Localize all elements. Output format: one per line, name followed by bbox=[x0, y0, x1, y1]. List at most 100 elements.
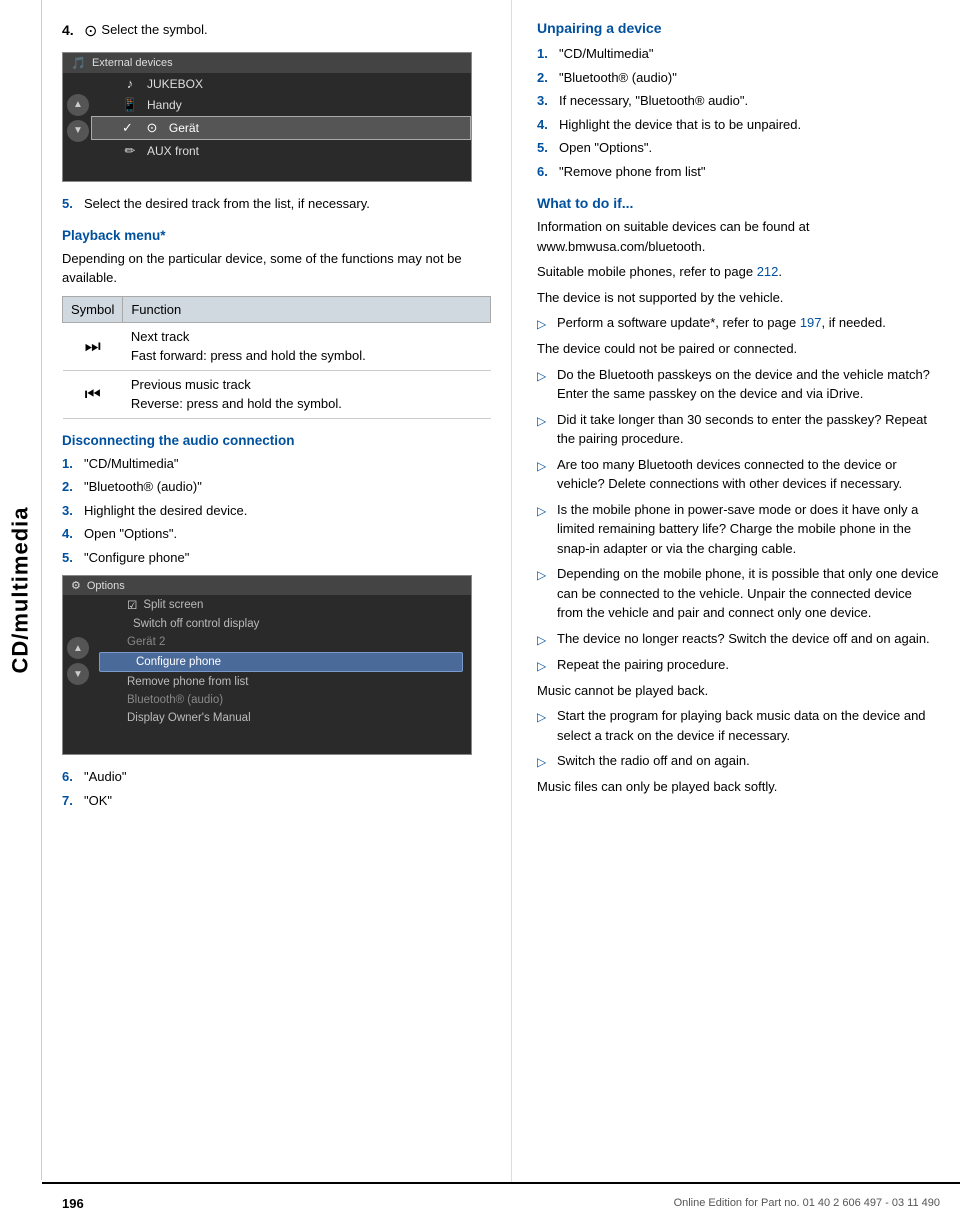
options-title-bar: ⚙ Options bbox=[63, 576, 471, 595]
d-step-3-num: 3. bbox=[62, 501, 84, 521]
split-screen-row: ☑ Split screen bbox=[91, 595, 471, 615]
info-para-1: Information on suitable devices can be f… bbox=[537, 217, 940, 256]
external-devices-screenshot: 🎵 External devices ▲ ▼ ♪ JUKEBOX 📱 Handy… bbox=[62, 52, 472, 182]
step-7-num: 7. bbox=[62, 791, 84, 811]
remove-phone-row: Remove phone from list bbox=[91, 673, 471, 691]
options-nav-up[interactable]: ▲ bbox=[67, 637, 89, 659]
options-title: Options bbox=[87, 580, 125, 592]
info-para-2: Suitable mobile phones, refer to page 21… bbox=[537, 262, 940, 282]
disconnect-step-4: 4. Open "Options". bbox=[62, 524, 491, 544]
footer-text: Online Edition for Part no. 01 40 2 606 … bbox=[674, 1197, 940, 1209]
bullet-software-update: ▷ Perform a software update*, refer to p… bbox=[537, 313, 940, 333]
step-7-text: "OK" bbox=[84, 791, 112, 811]
bullet-arrow-icon: ▷ bbox=[537, 315, 553, 333]
bullet-too-many-text: Are too many Bluetooth devices connected… bbox=[557, 455, 940, 494]
checkmark-icon: ✓ bbox=[122, 120, 133, 136]
col-function: Function bbox=[123, 296, 491, 322]
bullet-arrow-icon-9: ▷ bbox=[537, 708, 553, 745]
unpair-step-4: 4. Highlight the device that is to be un… bbox=[537, 115, 940, 135]
u-step-5-num: 5. bbox=[537, 138, 559, 158]
step-5: 5. Select the desired track from the lis… bbox=[62, 194, 491, 214]
unpair-step-1: 1. "CD/Multimedia" bbox=[537, 44, 940, 64]
d-step-4-num: 4. bbox=[62, 524, 84, 544]
page-number: 196 bbox=[62, 1196, 84, 1211]
split-check-icon: ☑ bbox=[127, 598, 137, 612]
u-step-5-text: Open "Options". bbox=[559, 138, 652, 158]
step-5-text: Select the desired track from the list, … bbox=[84, 194, 370, 214]
disconnect-step-2: 2. "Bluetooth® (audio)" bbox=[62, 477, 491, 497]
nav-buttons[interactable]: ▲ ▼ bbox=[67, 94, 89, 142]
bullet-arrow-icon-7: ▷ bbox=[537, 631, 553, 649]
step-4-number: 4. bbox=[62, 20, 84, 41]
options-title-icon: ⚙ bbox=[71, 579, 81, 592]
step-5-number: 5. bbox=[62, 194, 84, 214]
nav-down-btn[interactable]: ▼ bbox=[67, 120, 89, 142]
music-not-play: Music cannot be played back. bbox=[537, 681, 940, 701]
playback-menu-header: Playback menu* bbox=[62, 228, 491, 243]
page-link-212[interactable]: 212 bbox=[757, 264, 779, 279]
title-icon: 🎵 bbox=[71, 56, 86, 70]
bullet-30sec-text: Did it take longer than 30 seconds to en… bbox=[557, 410, 940, 449]
u-step-3-text: If necessary, "Bluetooth® audio". bbox=[559, 91, 748, 111]
step-7: 7. "OK" bbox=[62, 791, 491, 811]
bullet-software-text: Perform a software update*, refer to pag… bbox=[557, 313, 886, 333]
d-step-1-num: 1. bbox=[62, 454, 84, 474]
unpair-step-2: 2. "Bluetooth® (audio)" bbox=[537, 68, 940, 88]
configure-phone-row: Configure phone bbox=[99, 652, 463, 672]
unpair-step-5: 5. Open "Options". bbox=[537, 138, 940, 158]
options-nav-buttons[interactable]: ▲ ▼ bbox=[67, 637, 89, 685]
bullet-passkeys: ▷ Do the Bluetooth passkeys on the devic… bbox=[537, 365, 940, 404]
unpair-step-3: 3. If necessary, "Bluetooth® audio". bbox=[537, 91, 940, 111]
footer: 196 Online Edition for Part no. 01 40 2 … bbox=[42, 1182, 960, 1222]
step-6: 6. "Audio" bbox=[62, 767, 491, 787]
d-step-5-text: "Configure phone" bbox=[84, 548, 189, 568]
u-step-2-num: 2. bbox=[537, 68, 559, 88]
gerat-icon: ⊙ bbox=[143, 120, 161, 136]
d-step-2-num: 2. bbox=[62, 477, 84, 497]
bullet-passkeys-text: Do the Bluetooth passkeys on the device … bbox=[557, 365, 940, 404]
what-to-do-header: What to do if... bbox=[537, 195, 940, 211]
nav-up-btn[interactable]: ▲ bbox=[67, 94, 89, 116]
step-6-text: "Audio" bbox=[84, 767, 126, 787]
bullet-repeat-text: Repeat the pairing procedure. bbox=[557, 655, 729, 675]
left-column: 4. ⊙ Select the symbol. 🎵 External devic… bbox=[42, 0, 512, 1182]
bullet-switch-radio: ▷ Switch the radio off and on again. bbox=[537, 751, 940, 771]
options-nav-down[interactable]: ▼ bbox=[67, 663, 89, 685]
screenshot-title-bar: 🎵 External devices bbox=[63, 53, 471, 73]
d-step-4-text: Open "Options". bbox=[84, 524, 177, 544]
device-not-paired: The device could not be paired or connec… bbox=[537, 339, 940, 359]
screenshot-title: External devices bbox=[92, 57, 173, 69]
next-track-text: Next track Fast forward: press and hold … bbox=[123, 322, 491, 370]
u-step-3-num: 3. bbox=[537, 91, 559, 111]
right-column: Unpairing a device 1. "CD/Multimedia" 2.… bbox=[512, 0, 960, 1182]
bullet-30-seconds: ▷ Did it take longer than 30 seconds to … bbox=[537, 410, 940, 449]
music-files-note: Music files can only be played back soft… bbox=[537, 777, 940, 797]
bullet-reacts: ▷ The device no longer reacts? Switch th… bbox=[537, 629, 940, 649]
d-step-5-num: 5. bbox=[62, 548, 84, 568]
page-link-197[interactable]: 197 bbox=[800, 315, 822, 330]
bullet-arrow-icon-5: ▷ bbox=[537, 502, 553, 559]
step-4-text: Select the symbol. bbox=[101, 20, 207, 40]
u-step-6-num: 6. bbox=[537, 162, 559, 182]
bullet-repeat-pairing: ▷ Repeat the pairing procedure. bbox=[537, 655, 940, 675]
step-4-line: 4. ⊙ Select the symbol. bbox=[62, 20, 491, 44]
bullet-arrow-icon-4: ▷ bbox=[537, 457, 553, 494]
bullet-start-program: ▷ Start the program for playing back mus… bbox=[537, 706, 940, 745]
bullet-start-program-text: Start the program for playing back music… bbox=[557, 706, 940, 745]
bullet-arrow-icon-6: ▷ bbox=[537, 566, 553, 623]
disconnect-step-5: 5. "Configure phone" bbox=[62, 548, 491, 568]
gerat2-row: Gerät 2 bbox=[91, 633, 471, 651]
bullet-power-save-text: Is the mobile phone in power-save mode o… bbox=[557, 500, 940, 559]
disconnect-step-3: 3. Highlight the desired device. bbox=[62, 501, 491, 521]
unpairing-header: Unpairing a device bbox=[537, 20, 940, 36]
options-screenshot: ⚙ Options ▲ ▼ ☑ Split screen Switch off … bbox=[62, 575, 472, 755]
disconnecting-header: Disconnecting the audio connection bbox=[62, 433, 491, 448]
playback-table: Symbol Function ⏭ Next track Fast forwar… bbox=[62, 296, 491, 419]
table-row: ⏮ Previous music track Reverse: press an… bbox=[63, 370, 491, 418]
bullet-too-many-devices: ▷ Are too many Bluetooth devices connect… bbox=[537, 455, 940, 494]
prev-track-text: Previous music track Reverse: press and … bbox=[123, 370, 491, 418]
prev-track-symbol: ⏮ bbox=[63, 370, 123, 418]
table-row: ⏭ Next track Fast forward: press and hol… bbox=[63, 322, 491, 370]
aux-row: ✏ AUX front bbox=[91, 140, 471, 162]
bullet-arrow-icon-2: ▷ bbox=[537, 367, 553, 404]
